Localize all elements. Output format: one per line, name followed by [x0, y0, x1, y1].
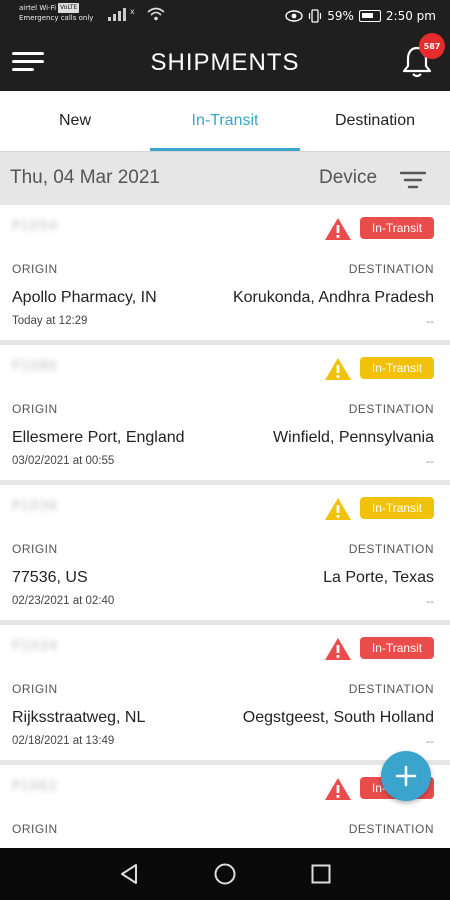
tab-bar: New In-Transit Destination [0, 91, 450, 152]
battery-icon [358, 10, 381, 22]
warning-icon [325, 218, 351, 240]
tab-new[interactable]: New [0, 91, 150, 151]
origin-name: 77536, US [12, 569, 88, 586]
shipment-card[interactable]: P1034 In-Transit ORIGIN DESTINATION Rijk… [0, 625, 450, 760]
eta: -- [426, 455, 434, 468]
shipment-id: P1062 [12, 779, 58, 794]
warning-icon [325, 638, 351, 660]
plus-icon [395, 765, 417, 787]
eta: -- [426, 735, 434, 748]
system-nav-bar [0, 848, 450, 900]
vibrate-icon [309, 9, 322, 23]
timestamp: 03/02/2021 at 00:55 [12, 455, 115, 467]
filter-icon[interactable] [400, 170, 426, 190]
status-bar: airtel Wi-Fi VoLTE Emergency calls only x… [0, 0, 450, 33]
destination-label: DESTINATION [348, 542, 434, 556]
carrier-info: airtel Wi-Fi VoLTE Emergency calls only [19, 3, 93, 23]
destination-name: Oegstgeest, South Holland [242, 709, 434, 726]
wifi-icon [147, 7, 165, 21]
timestamp: 02/23/2021 at 02:40 [12, 595, 115, 607]
origin-label: ORIGIN [12, 822, 58, 836]
origin-label: ORIGIN [12, 542, 58, 556]
origin-name: Ellesmere Port, England [12, 429, 185, 446]
destination-label: DESTINATION [348, 262, 434, 276]
shipment-id: P1036 [12, 499, 58, 514]
home-icon[interactable] [213, 862, 237, 886]
back-icon[interactable] [117, 862, 141, 886]
destination-label: DESTINATION [348, 402, 434, 416]
shipment-list: P1054 In-Transit ORIGIN DESTINATION Apol… [0, 203, 450, 848]
status-badge: In-Transit [360, 217, 434, 239]
origin-label: ORIGIN [12, 682, 58, 696]
emergency-text: Emergency calls only [19, 14, 94, 22]
eta: -- [426, 315, 434, 328]
app-bar: SHIPMENTS [0, 33, 450, 91]
eye-icon [285, 10, 303, 22]
warning-icon [325, 498, 351, 520]
signal-icon: x [108, 8, 135, 21]
origin-label: ORIGIN [12, 402, 58, 416]
tab-destination[interactable]: Destination [300, 91, 450, 151]
eta: -- [426, 595, 434, 608]
volte-badge: VoLTE [58, 3, 80, 13]
destination-label: DESTINATION [348, 822, 434, 836]
status-badge: In-Transit [360, 357, 434, 379]
shipment-id: P1034 [12, 639, 58, 654]
carrier-name: airtel Wi-Fi [19, 4, 57, 12]
clock: 2:50 pm [385, 9, 436, 23]
status-badge: In-Transit [360, 497, 434, 519]
origin-label: ORIGIN [12, 262, 58, 276]
shipment-card[interactable]: P1054 In-Transit ORIGIN DESTINATION Apol… [0, 205, 450, 340]
timestamp: Today at 12:29 [12, 315, 88, 327]
status-badge: In-Transit [360, 637, 434, 659]
destination-name: Winfield, Pennsylvania [273, 429, 434, 446]
warning-icon [325, 778, 351, 800]
origin-name: Apollo Pharmacy, IN [12, 289, 157, 306]
battery-percent: 59% [327, 9, 354, 23]
shipment-id: P1080 [12, 359, 58, 374]
add-shipment-button[interactable] [381, 751, 431, 801]
shipment-card[interactable]: P1036 In-Transit ORIGIN DESTINATION 7753… [0, 485, 450, 620]
tab-in-transit[interactable]: In-Transit [150, 91, 300, 151]
device-filter-label[interactable]: Device [319, 167, 377, 189]
shipment-card[interactable]: P1080 In-Transit ORIGIN DESTINATION Elle… [0, 345, 450, 480]
timestamp: 02/18/2021 at 13:49 [12, 735, 115, 747]
origin-name: Rijksstraatweg, NL [12, 709, 146, 726]
notification-badge: 587 [419, 33, 445, 59]
filter-bar: Thu, 04 Mar 2021 Device [0, 153, 450, 203]
date-label[interactable]: Thu, 04 Mar 2021 [10, 167, 160, 189]
page-title: SHIPMENTS [150, 49, 300, 76]
destination-name: La Porte, Texas [323, 569, 434, 586]
destination-name: Korukonda, Andhra Pradesh [232, 289, 434, 306]
destination-label: DESTINATION [348, 682, 434, 696]
warning-icon [325, 358, 351, 380]
shipment-id: P1054 [12, 219, 58, 234]
recents-icon[interactable] [309, 862, 333, 886]
